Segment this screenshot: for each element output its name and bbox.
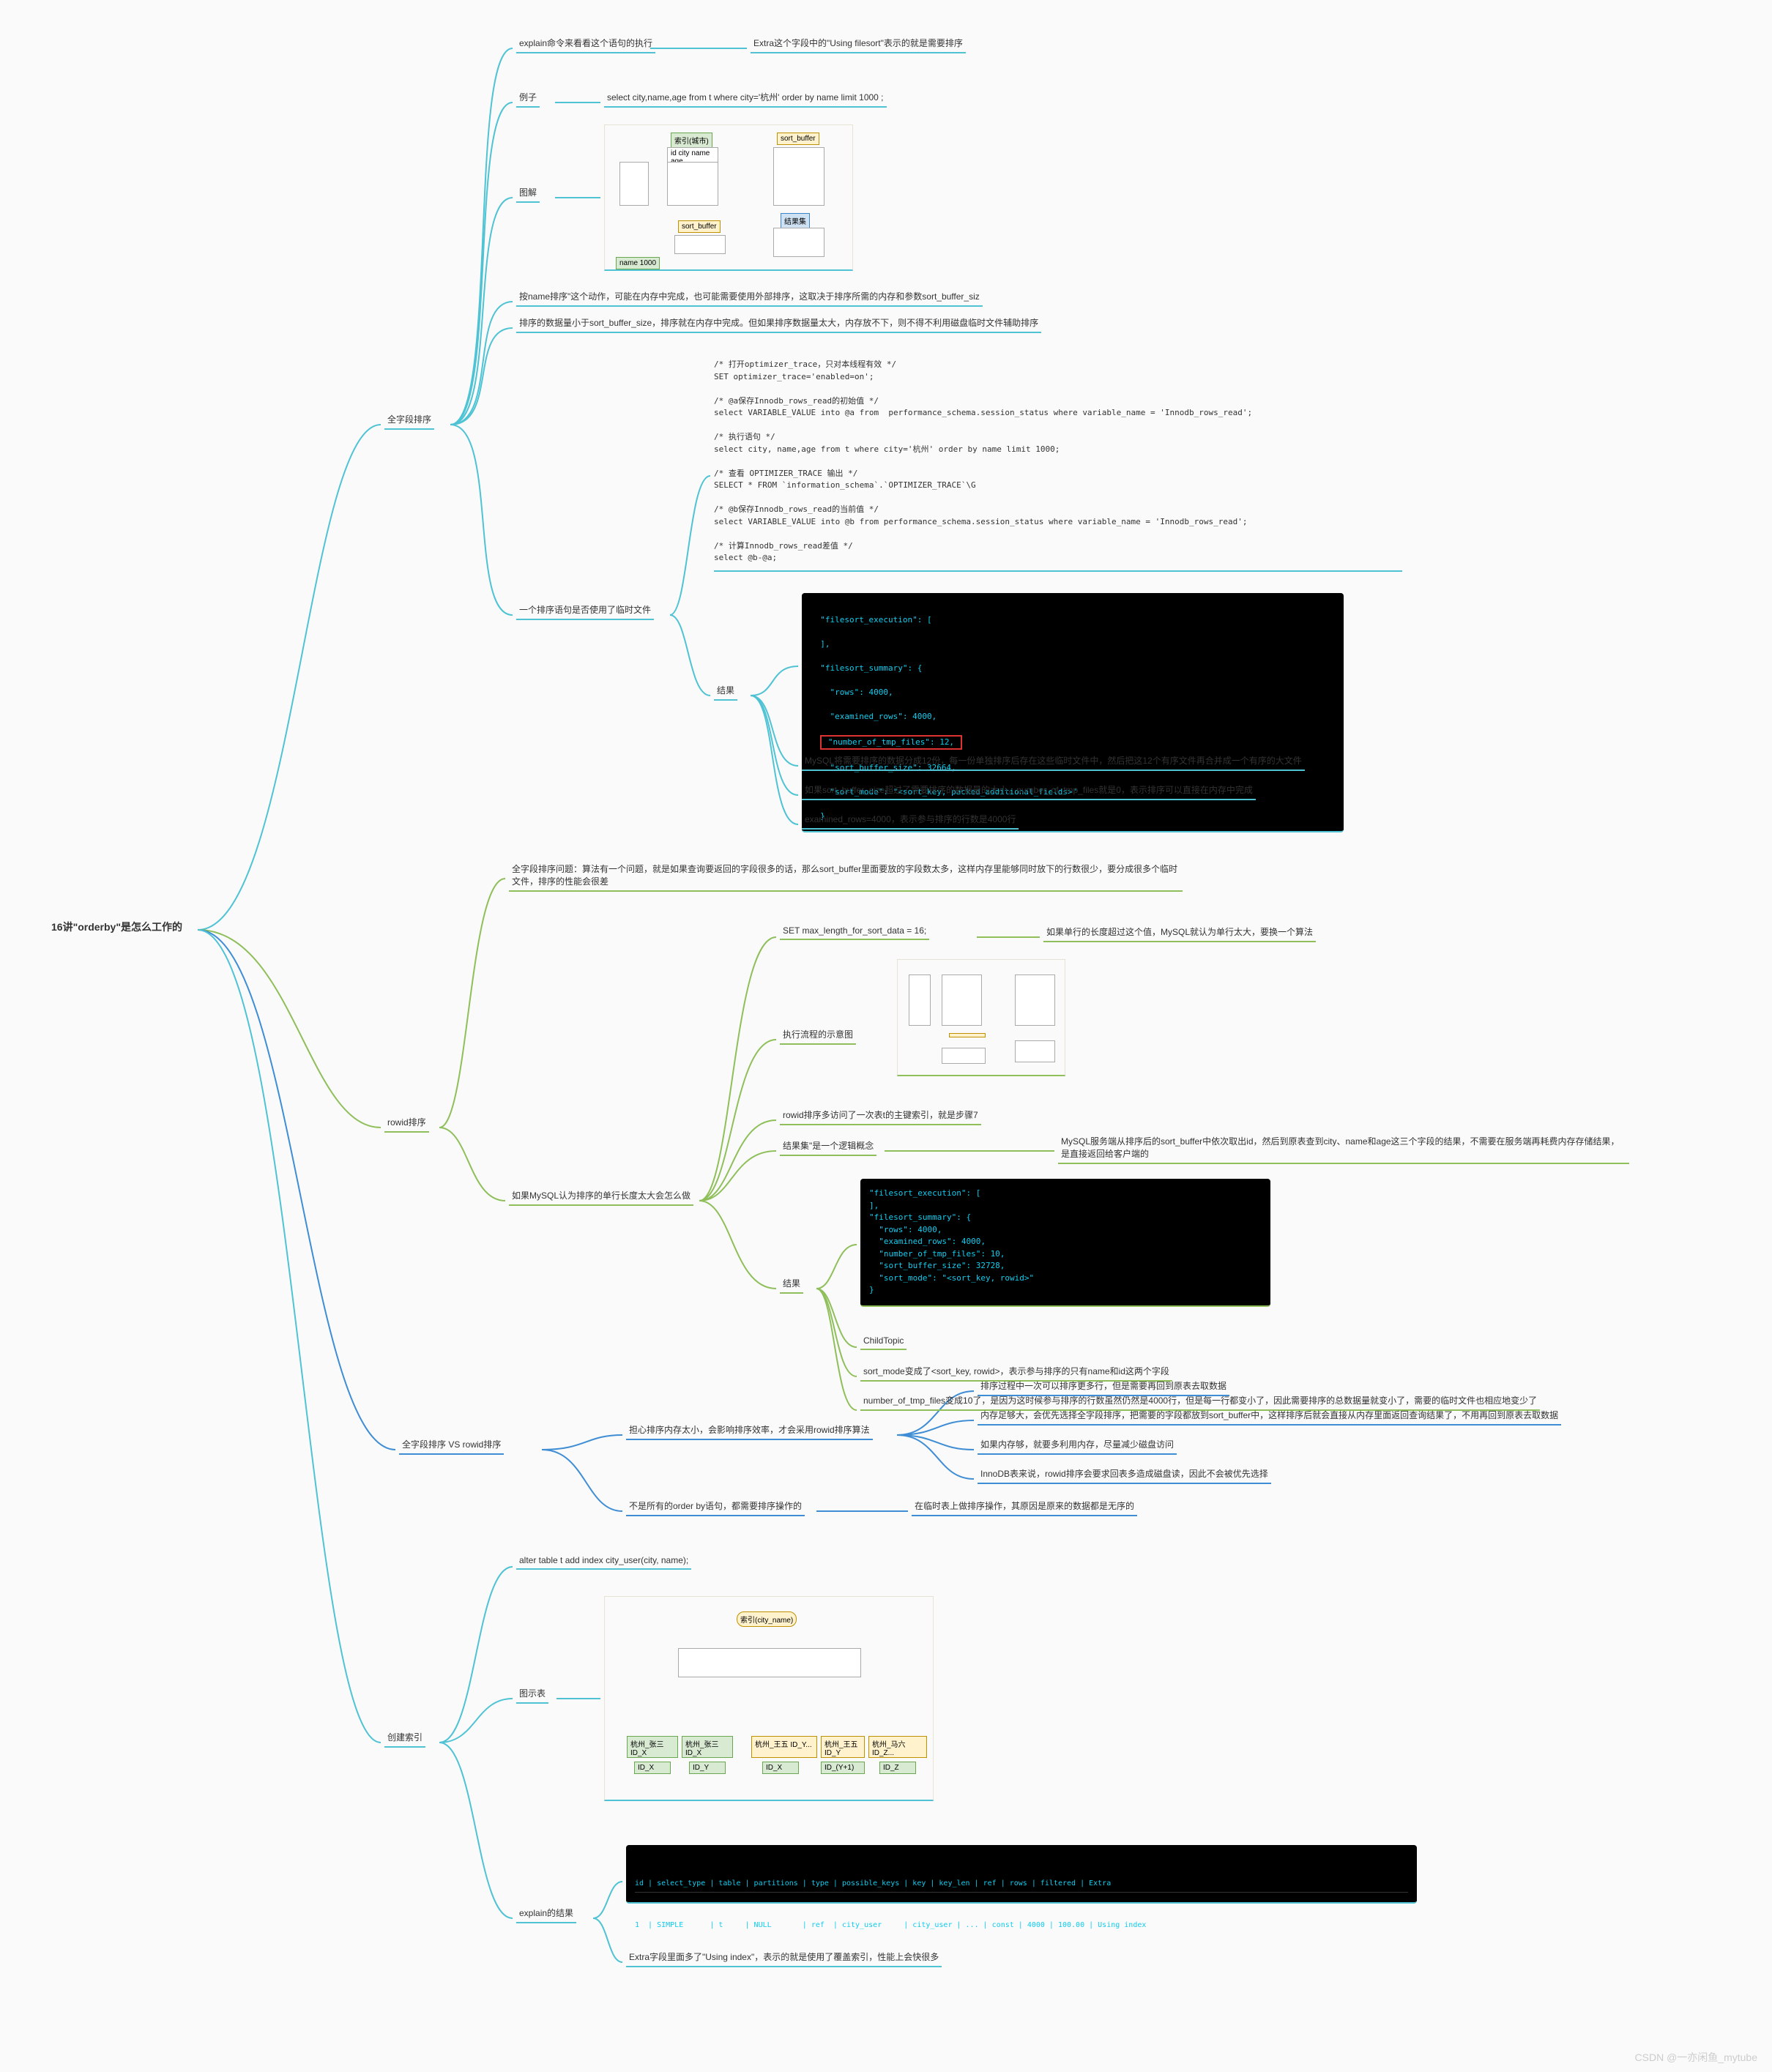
d3-v2: ID_Y [689, 1762, 726, 1774]
branch-fullfield: 全字段排序 [384, 413, 434, 430]
d1-m [667, 162, 718, 206]
d1-idx: 索引(城市) [671, 133, 712, 148]
leaf-rowintro: 全字段排序问题：算法有一个问题，就是如果查询要返回的字段很多的话，那么sort_… [509, 862, 1183, 892]
diagram-index: 索引(city_name) 杭州_张三 ID_X 杭州_张三 ID_X 杭州_王… [604, 1596, 934, 1801]
d3-c1: 杭州_张三 ID_X [627, 1736, 678, 1758]
leaf-cond: 如果MySQL认为排序的单行长度太大会怎么做 [509, 1189, 693, 1206]
leaf-w1: 排序过程中一次可以排序更多行，但是需要再回到原表去取数据 [978, 1379, 1229, 1396]
d2-a [909, 974, 931, 1026]
leaf-worry: 担心排序内存太小，会影响排序效率，才会采用rowid排序算法 [626, 1423, 873, 1440]
d1-sb: sort_buffer [777, 133, 819, 145]
d1-sb2b [674, 235, 726, 254]
branch-vs: 全字段排序 VS rowid排序 [399, 1438, 504, 1455]
branch-index: 创建索引 [384, 1731, 425, 1748]
leaf-result-label: 结果 [714, 684, 737, 701]
d1-l [619, 162, 649, 206]
d3-title: 索引(city_name) [737, 1611, 797, 1627]
leaf-w3: 如果内存够，就要多利用内存，尽量减少磁盘访问 [978, 1438, 1177, 1455]
terminal-filesort2: "filesort_execution": [ ], "filesort_sum… [860, 1179, 1270, 1307]
d3-v4: ID_(Y+1) [821, 1762, 865, 1774]
leaf-explain-label: explain的结果 [516, 1907, 576, 1923]
terminal-explain: id | select_type | table | partitions | … [626, 1845, 1417, 1904]
branch-rowid: rowid排序 [384, 1116, 429, 1133]
d3-c3: 杭州_王五 ID_Y... [751, 1736, 817, 1758]
leaf-note1: 按name排序"这个动作，可能在内存中完成，也可能需要使用外部排序，这取决于排序… [516, 290, 983, 307]
diagram-fullfield: 索引(城市) sort_buffer id city name age sort… [604, 124, 853, 271]
d3-v5: ID_Z [879, 1762, 916, 1774]
d2-b [942, 974, 982, 1026]
diagram-rowid-flow [897, 959, 1065, 1076]
leaf-maxlen-note: 如果单行的长度超过这个值，MySQL就认为单行太大，要换一个算法 [1043, 925, 1316, 942]
d2-c [1015, 974, 1055, 1026]
d1-sb2: sort_buffer [678, 220, 721, 233]
d3-v3: ID_X [762, 1762, 799, 1774]
leaf-resultset-note: MySQL服务端从排序后的sort_buffer中依次取出id，然后到原表查到c… [1058, 1135, 1629, 1164]
d1-r [773, 147, 824, 206]
leaf-diagram-label: 图解 [516, 186, 540, 203]
d1-res: 结果集 [781, 213, 810, 228]
d3-c2: 杭州_张三 ID_X [682, 1736, 733, 1758]
leaf-extra4: Extra字段里面多了"Using index"，表示的就是使用了覆盖索引，性能… [626, 1950, 942, 1967]
watermark: CSDN @一亦闲鱼_mytube [1635, 2050, 1757, 2065]
leaf-notall: 在临时表上做排序操作，其原因是原来的数据都是无序的 [912, 1499, 1137, 1516]
leaf-flow: 执行流程的示意图 [780, 1028, 856, 1045]
leaf-example-sql: select city,name,age from t where city='… [604, 91, 887, 108]
d3-node [678, 1648, 861, 1677]
leaf-childtopic: ChildTopic [860, 1335, 907, 1350]
d2-e [942, 1048, 986, 1064]
leaf-w4: InnoDB表来说，rowid排序会要求回表多造成磁盘读，因此不会被优先选择 [978, 1467, 1271, 1484]
root-node: 16讲"orderby"是怎么工作的 [44, 915, 190, 939]
d3-v1: ID_X [634, 1762, 671, 1774]
leaf-extra: Extra这个字段中的"Using filesort"表示的就是需要排序 [751, 37, 966, 53]
leaf-r3: examined_rows=4000，表示参与排序的行数是4000行 [802, 813, 1019, 830]
d2-f [1015, 1040, 1055, 1062]
leaf-r1: MySQL将需要排序的数据分成12份，每一份单独排序后存在这些临时文件中，然后把… [802, 754, 1305, 771]
leaf-resultset: 结果集"是一个逻辑概念 [780, 1139, 876, 1156]
leaf-diagram-label4: 图示表 [516, 1687, 548, 1704]
leaf-maxlen: SET max_length_for_sort_data = 16; [780, 925, 929, 940]
leaf-rowidq: rowid排序多访问了一次表t的主键索引，就是步骤7 [780, 1108, 981, 1125]
leaf-alter: alter table t add index city_user(city, … [516, 1555, 691, 1570]
d1-resb [773, 228, 824, 257]
leaf-r2: 如果sort_buffer_size超过了需要排序的数据量的大小，number_… [802, 783, 1256, 800]
d1-rid: name 1000 [616, 257, 660, 269]
d3-c4: 杭州_王五 ID_Y [821, 1736, 865, 1758]
d2-d [949, 1033, 986, 1037]
leaf-notall-label: 不是所有的order by语句，都需要排序操作的 [626, 1499, 805, 1516]
leaf-explain: explain命令来看看这个语句的执行 [516, 37, 655, 53]
leaf-example-label: 例子 [516, 91, 540, 108]
leaf-result2: 结果 [780, 1277, 803, 1294]
codeblock-trace: /* 打开optimizer_trace，只对本线程有效 */ SET opti… [714, 359, 1402, 572]
leaf-tmpfile: 一个排序语句是否使用了临时文件 [516, 603, 654, 620]
d3-c5: 杭州_马六 ID_Z... [868, 1736, 927, 1758]
leaf-w2: 内存足够大，会优先选择全字段排序，把需要的字段都放到sort_buffer中，这… [978, 1409, 1561, 1426]
leaf-note2: 排序的数据量小于sort_buffer_size，排序就在内存中完成。但如果排序… [516, 316, 1041, 333]
